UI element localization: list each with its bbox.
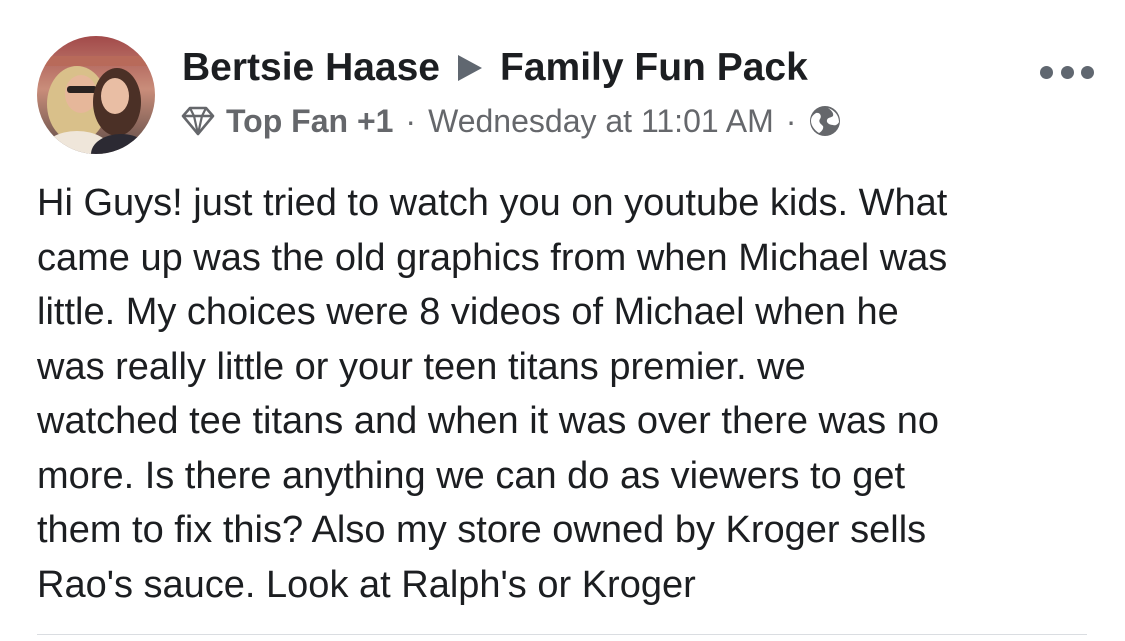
top-fan-badge[interactable]: Top Fan +1 xyxy=(226,103,393,140)
post-body: Hi Guys! just tried to watch you on yout… xyxy=(37,176,1097,612)
diamond-icon xyxy=(180,106,216,136)
triangle-right-icon xyxy=(456,53,484,83)
post-divider xyxy=(37,634,1087,635)
avatar-photo xyxy=(37,36,155,154)
post-body-line: more. Is there anything we can do as vie… xyxy=(37,454,906,497)
post-body-line: Hi Guys! just tried to watch you on yout… xyxy=(37,182,948,224)
post-body-line: Rao's sauce. Look at Ralph's or Kroger xyxy=(37,563,696,606)
more-options-dot xyxy=(1081,65,1094,79)
avatar[interactable] xyxy=(37,36,155,154)
more-options-dot xyxy=(1040,65,1053,79)
globe-icon[interactable] xyxy=(808,104,842,138)
more-options-dot xyxy=(1060,65,1074,79)
post-card: Bertsie Haase Family Fun Pack Top Fan +1… xyxy=(0,0,1125,641)
post-timestamp[interactable]: Wednesday at 11:01 AM xyxy=(428,103,774,140)
post-body-line: was really little or your teen titans pr… xyxy=(37,345,806,388)
group-name-link[interactable]: Family Fun Pack xyxy=(500,46,808,90)
post-header-title: Bertsie Haase Family Fun Pack xyxy=(182,44,808,92)
post-body-line: them to fix this? Also my store owned by… xyxy=(37,509,927,551)
post-body-line: little. My choices were 8 videos of Mich… xyxy=(37,291,899,333)
post-meta: Top Fan +1 · Wednesday at 11:01 AM · xyxy=(180,100,842,142)
author-name-link[interactable]: Bertsie Haase xyxy=(182,46,440,90)
post-body-line: watched tee titans and when it was over … xyxy=(37,400,939,442)
meta-separator: · xyxy=(405,102,417,139)
post-body-line: came up was the old graphics from when M… xyxy=(37,236,948,279)
more-options-button[interactable] xyxy=(1040,64,1094,80)
meta-separator: · xyxy=(785,102,797,139)
